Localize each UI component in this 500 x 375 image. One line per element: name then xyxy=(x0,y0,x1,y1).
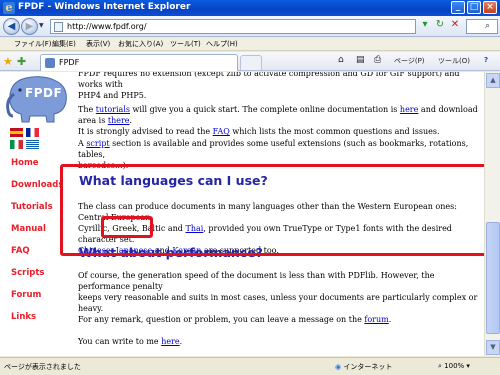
flag-france-icon[interactable] xyxy=(26,128,39,137)
nav-manual[interactable]: Manual xyxy=(11,224,46,234)
contact-link[interactable]: here xyxy=(161,337,179,346)
logo-text: FPDF xyxy=(25,86,63,100)
menu-bar: ファイル(F) 編集(E) 表示(V) お気に入り(A) ツール(T) ヘルプ(… xyxy=(0,38,500,51)
forum-link[interactable]: forum xyxy=(364,315,388,324)
feeds-icon[interactable]: ▤ xyxy=(356,55,365,65)
highlight-japanese-link xyxy=(101,216,153,238)
forward-button[interactable]: ▶ xyxy=(21,18,38,35)
flag-spain-icon[interactable] xyxy=(10,128,23,137)
vertical-scrollbar[interactable]: ▲ ▼ xyxy=(484,72,500,356)
status-bar: ページが表示されました ◉ インターネット ⌕ 100% ▾ xyxy=(0,357,500,375)
menu-edit[interactable]: 編集(E) xyxy=(52,39,76,49)
close-button[interactable]: × xyxy=(483,1,497,14)
tab-fpdf[interactable]: FPDF xyxy=(40,54,238,71)
intro-paragraph: FPDF requires no extension (except zlib … xyxy=(78,72,478,101)
maximize-button[interactable]: □ xyxy=(467,1,481,14)
tab-label: FPDF xyxy=(59,58,80,67)
stop-icon[interactable]: ✕ xyxy=(448,19,462,34)
minimize-button[interactable]: _ xyxy=(451,1,465,14)
menu-view[interactable]: 表示(V) xyxy=(86,39,110,49)
new-tab-button[interactable] xyxy=(240,55,262,70)
page-menu[interactable]: ページ(P) xyxy=(394,56,425,66)
text: section is available and provides some u… xyxy=(78,139,469,159)
window-title: FPDF - Windows Internet Explorer xyxy=(18,2,191,12)
zone-indicator: ◉ インターネット xyxy=(335,362,392,372)
favorites-star-icon[interactable]: ★ xyxy=(3,55,13,68)
menu-file[interactable]: ファイル(F) xyxy=(14,39,52,49)
back-button[interactable]: ◀ xyxy=(3,18,20,35)
contact-paragraph: You can write to me here. xyxy=(78,336,478,347)
status-text: ページが表示されました xyxy=(4,363,81,371)
title-bar: e FPDF - Windows Internet Explorer _ □ × xyxy=(0,0,500,16)
tools-menu[interactable]: ツール(O) xyxy=(438,56,470,66)
refresh-icon[interactable]: ↻ xyxy=(433,19,447,34)
zoom-level: 100% xyxy=(444,362,465,370)
url-text: http://www.fpdf.org/ xyxy=(67,22,147,31)
download-link[interactable]: there xyxy=(108,116,130,125)
text: . xyxy=(179,337,183,346)
address-toolbar: ◀ ▶ ▼ http://www.fpdf.org/ ▾ ↻ ✕ ⌕ xyxy=(0,16,500,37)
text: You can write to me xyxy=(78,337,162,346)
zoom-control[interactable]: ⌕ 100% ▾ xyxy=(438,362,470,371)
script-link[interactable]: script xyxy=(86,139,109,148)
search-field[interactable]: ⌕ xyxy=(466,19,498,34)
address-field[interactable]: http://www.fpdf.org/ xyxy=(50,19,416,34)
documentation-link[interactable]: here xyxy=(400,105,418,114)
flag-italy-icon[interactable] xyxy=(10,140,23,149)
intro-text: FPDF requires no extension (except zlib … xyxy=(78,72,460,89)
history-dropdown-icon[interactable]: ▼ xyxy=(39,22,44,29)
scroll-thumb[interactable] xyxy=(486,222,500,334)
home-icon[interactable]: ⌂ xyxy=(338,55,344,65)
nav-scripts[interactable]: Scripts xyxy=(11,268,44,278)
text: For any remark, question or problem, you… xyxy=(78,315,365,324)
print-icon[interactable]: ⎙ xyxy=(374,55,381,65)
text: Of course, the generation speed of the d… xyxy=(78,271,435,291)
menu-tools[interactable]: ツール(T) xyxy=(170,39,201,49)
go-dropdown-icon[interactable]: ▾ xyxy=(418,19,432,34)
nav-faq[interactable]: FAQ xyxy=(11,246,30,256)
flag-greece-icon[interactable] xyxy=(26,140,39,149)
page-icon xyxy=(54,22,63,32)
text: which lists the most common questions an… xyxy=(229,127,440,136)
highlight-languages-section xyxy=(60,164,491,256)
nav-forum[interactable]: Forum xyxy=(11,290,41,300)
tutorials-paragraph: The tutorials will give you a quick star… xyxy=(78,104,478,137)
faq-link[interactable]: FAQ xyxy=(213,127,230,136)
text: . xyxy=(129,116,133,125)
intro-text-2: PHP4 and PHP5. xyxy=(78,91,147,100)
text: The xyxy=(78,105,96,114)
fpdf-favicon-icon xyxy=(45,58,55,68)
tutorials-link[interactable]: tutorials xyxy=(96,105,130,114)
text: keeps very reasonable and suits in most … xyxy=(78,293,478,313)
text: will give you a quick start. The complet… xyxy=(129,105,400,114)
nav-links[interactable]: Links xyxy=(11,312,36,322)
zone-label: インターネット xyxy=(343,363,393,371)
add-favorite-icon[interactable]: ✚ xyxy=(17,55,26,68)
tab-bar: ★ ✚ FPDF ⌂ ▤ ⎙ ページ(P) ツール(O) ? xyxy=(0,52,500,71)
menu-favorites[interactable]: お気に入り(A) xyxy=(118,39,163,49)
nav-downloads[interactable]: Downloads xyxy=(11,180,63,190)
nav-tutorials[interactable]: Tutorials xyxy=(11,202,53,212)
text: It is strongly advised to read the xyxy=(78,127,213,136)
scroll-down-icon[interactable]: ▼ xyxy=(486,340,500,355)
nav-home[interactable]: Home xyxy=(11,158,39,168)
text: . xyxy=(388,315,392,324)
remark-paragraph: For any remark, question or problem, you… xyxy=(78,314,478,325)
performance-paragraph: Of course, the generation speed of the d… xyxy=(78,270,478,314)
ie-icon: e xyxy=(3,2,15,14)
search-icon[interactable]: ⌕ xyxy=(485,21,490,31)
help-icon[interactable]: ? xyxy=(484,56,488,64)
menu-help[interactable]: ヘルプ(H) xyxy=(206,39,238,49)
scroll-up-icon[interactable]: ▲ xyxy=(486,73,500,88)
